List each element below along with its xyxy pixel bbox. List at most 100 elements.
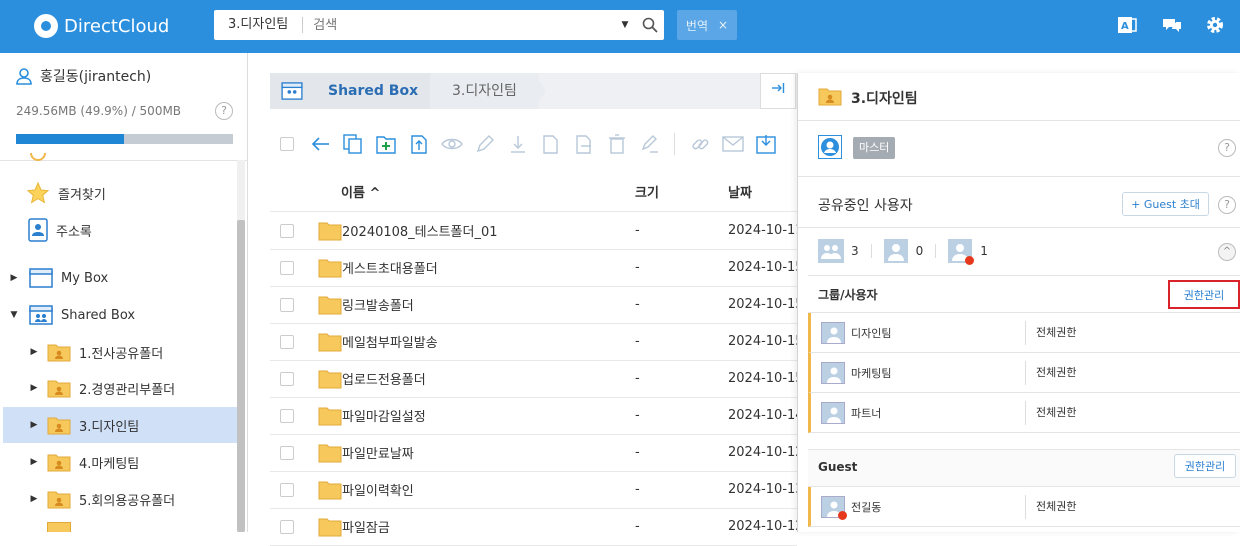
sidebar-item-shared-box[interactable]: ▼ Shared Box <box>0 297 237 333</box>
table-row[interactable]: 20240108_테스트폴더_01-2024-10-11 1 <box>270 212 816 249</box>
help-icon[interactable]: ? <box>1218 139 1236 157</box>
link-icon[interactable] <box>683 130 716 158</box>
sidebar-item-folder-3[interactable]: ▶ 3.디자인팀 <box>3 407 237 443</box>
upload-icon[interactable] <box>402 130 435 158</box>
file-name[interactable]: 파일이력확인 <box>342 480 414 499</box>
row-checkbox[interactable] <box>280 408 294 423</box>
expand-arrow-icon[interactable]: ▶ <box>9 273 19 283</box>
row-checkbox[interactable] <box>280 519 294 534</box>
row-checkbox[interactable] <box>280 445 294 460</box>
file-size: - <box>635 334 640 349</box>
info-panel: 3.디자인팀 마스터 ? 공유중인 사용자 + Guest 초대 ? 3 0 1… <box>797 73 1240 532</box>
group-row[interactable]: 디자인팀 전체권한 <box>808 313 1240 353</box>
edit-icon[interactable] <box>468 130 501 158</box>
sidebar-item-favorites[interactable]: 즐겨찾기 <box>0 175 237 211</box>
office-icon[interactable]: A <box>1116 14 1140 38</box>
table-row[interactable]: 파일만료날짜 -2024-10-12 0 <box>270 434 816 471</box>
row-checkbox[interactable] <box>280 223 294 238</box>
expand-arrow-icon[interactable]: ▶ <box>29 420 39 430</box>
sort-ascending-icon[interactable]: ^ <box>369 186 380 201</box>
help-icon[interactable]: ? <box>215 102 233 120</box>
translate-close-icon[interactable]: × <box>718 18 728 32</box>
file-name[interactable]: 링크발송폴더 <box>342 295 414 314</box>
search-icon[interactable] <box>636 10 664 40</box>
collapse-chevron-icon[interactable]: ^ <box>1218 243 1236 261</box>
file-name[interactable]: 파일잠금 <box>342 517 390 536</box>
sidebar-item-my-box[interactable]: ▶ My Box <box>0 260 237 296</box>
sidebar-item-folder-5[interactable]: ▶ 5.회의용공유폴더 <box>0 481 237 517</box>
table-row[interactable]: 메일첨부파일발송 -2024-10-15 1 <box>270 323 816 360</box>
inbox-icon[interactable] <box>749 130 782 158</box>
copy-icon[interactable] <box>336 130 369 158</box>
group-row[interactable]: 마케팅팀 전체권한 <box>808 353 1240 393</box>
back-icon[interactable] <box>303 130 336 158</box>
table-row[interactable]: 링크발송폴더 -2024-10-15 1 <box>270 286 816 323</box>
group-avatar <box>821 321 845 344</box>
user-info[interactable]: 홍길동(jirantech) <box>16 66 151 86</box>
gear-icon[interactable] <box>1204 14 1228 38</box>
sidebar-item-folder-2[interactable]: ▶ 2.경영관리부폴더 <box>0 370 237 406</box>
breadcrumb-current[interactable]: 3.디자인팀 <box>430 73 539 109</box>
guest-manage-permissions-button[interactable]: 권한관리 <box>1174 454 1236 478</box>
table-row[interactable]: 업로드전용폴더 -2024-10-15 1 <box>270 360 816 397</box>
sidebar-item-address-book[interactable]: 주소록 <box>0 212 237 248</box>
manage-permissions-button[interactable]: 권한관리 <box>1168 280 1240 309</box>
app-logo[interactable]: DirectCloud <box>34 13 169 39</box>
expand-arrow-icon[interactable]: ▶ <box>29 494 39 504</box>
translate-chip[interactable]: 번역 × <box>677 10 737 40</box>
file-name[interactable]: 파일만료날짜 <box>342 443 414 462</box>
mail-icon[interactable] <box>716 130 749 158</box>
sidebar-item-folder-4[interactable]: ▶ 4.마케팅팀 <box>0 444 237 480</box>
row-checkbox[interactable] <box>280 334 294 349</box>
row-checkbox[interactable] <box>280 371 294 386</box>
preview-icon[interactable] <box>435 130 468 158</box>
rename-icon[interactable] <box>633 130 666 158</box>
file-name[interactable]: 게스트초대용폴더 <box>342 258 438 277</box>
breadcrumb-root-icon[interactable] <box>270 73 314 109</box>
group-row[interactable]: 파트너 전체권한 <box>808 393 1240 433</box>
row-checkbox[interactable] <box>280 260 294 275</box>
search-input[interactable] <box>303 17 614 33</box>
permission-label[interactable]: 전체권한 <box>1025 401 1076 425</box>
file-name[interactable]: 20240108_테스트폴더_01 <box>342 221 498 240</box>
file-name[interactable]: 업로드전용폴더 <box>342 369 426 388</box>
breadcrumb-shared-box[interactable]: Shared Box <box>314 73 433 109</box>
table-row[interactable]: 파일마감일설정 -2024-10-14 0 <box>270 397 816 434</box>
help-icon[interactable]: ? <box>1218 196 1236 214</box>
column-header-name[interactable]: 이름 ^ <box>341 182 380 201</box>
search-bar[interactable]: 3.디자인팀 ▼ <box>214 10 664 40</box>
download-icon[interactable] <box>501 130 534 158</box>
collapse-arrow-icon[interactable]: ▼ <box>9 310 19 320</box>
move-icon[interactable] <box>567 130 600 158</box>
file-name[interactable]: 파일마감일설정 <box>342 406 426 425</box>
partial-icon <box>30 153 46 162</box>
duplicate-icon[interactable] <box>534 130 567 158</box>
row-checkbox[interactable] <box>280 297 294 312</box>
chat-icon[interactable] <box>1161 14 1185 38</box>
permission-label[interactable]: 전체권한 <box>1025 495 1076 519</box>
permission-label[interactable]: 전체권한 <box>1025 361 1076 385</box>
table-row[interactable]: 파일이력확인 -2024-10-13 1 <box>270 471 816 508</box>
scrollbar-thumb[interactable] <box>237 220 245 532</box>
column-header-size[interactable]: 크기 <box>635 182 659 201</box>
sidebar-item-label: 2.경영관리부폴더 <box>79 382 176 398</box>
table-row[interactable]: 파일잠금 -2024-10-12 0 <box>270 508 816 545</box>
expand-arrow-icon[interactable]: ▶ <box>29 457 39 467</box>
expand-arrow-icon[interactable]: ▶ <box>29 383 39 393</box>
permission-label[interactable]: 전체권한 <box>1025 321 1076 345</box>
folder-icon <box>318 406 342 426</box>
table-row[interactable]: 게스트초대용폴더 -2024-10-15 1 <box>270 249 816 286</box>
expand-arrow-icon[interactable]: ▶ <box>29 347 39 357</box>
collapse-panel-button[interactable] <box>760 73 796 109</box>
file-name[interactable]: 메일첨부파일발송 <box>342 332 438 351</box>
guest-row[interactable]: 전길동 전체권한 <box>808 487 1240 527</box>
new-folder-icon[interactable] <box>369 130 402 158</box>
select-all-checkbox[interactable] <box>270 130 303 158</box>
column-header-date[interactable]: 날짜 <box>728 182 752 201</box>
search-scope-folder[interactable]: 3.디자인팀 <box>214 17 304 33</box>
row-checkbox[interactable] <box>280 482 294 497</box>
trash-icon[interactable] <box>600 130 633 158</box>
dropdown-caret-icon[interactable]: ▼ <box>614 20 636 30</box>
guest-invite-button[interactable]: + Guest 초대 <box>1122 192 1209 216</box>
sidebar-item-folder-1[interactable]: ▶ 1.전사공유폴더 <box>0 334 237 370</box>
